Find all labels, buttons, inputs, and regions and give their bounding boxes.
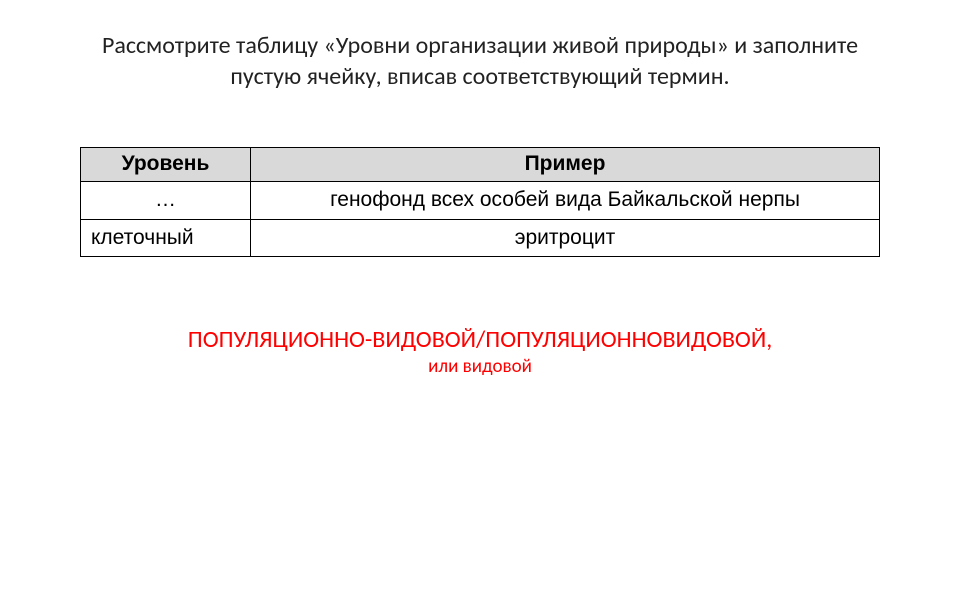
table-header-row: Уровень Пример (81, 148, 880, 182)
answer-block: ПОПУЛЯЦИОННО-ВИДОВОЙ/ПОПУЛЯЦИОННОВИДОВОЙ… (55, 325, 905, 379)
table-row: клеточный эритроцит (81, 219, 880, 256)
cell-example-1: эритроцит (251, 219, 880, 256)
table-container: Уровень Пример … генофонд всех особей ви… (80, 147, 880, 256)
prompt-line-1: Рассмотрите таблицу «Уровни организации … (102, 31, 858, 60)
header-level: Уровень (81, 148, 251, 182)
table-row: … генофонд всех особей вида Байкальской … (81, 182, 880, 219)
header-example: Пример (251, 148, 880, 182)
prompt-line-2: пустую ячейку, вписав соответствующий те… (230, 62, 729, 91)
cell-example-0: генофонд всех особей вида Байкальской не… (251, 182, 880, 219)
answer-line-1: ПОПУЛЯЦИОННО-ВИДОВОЙ/ПОПУЛЯЦИОННОВИДОВОЙ… (55, 325, 905, 355)
page: Рассмотрите таблицу «Уровни организации … (0, 0, 960, 600)
cell-level-blank: … (81, 182, 251, 219)
question-prompt: Рассмотрите таблицу «Уровни организации … (55, 30, 905, 92)
cell-level-1: клеточный (81, 219, 251, 256)
answer-line-2: или видовой (55, 355, 905, 379)
levels-table: Уровень Пример … генофонд всех особей ви… (80, 147, 880, 256)
